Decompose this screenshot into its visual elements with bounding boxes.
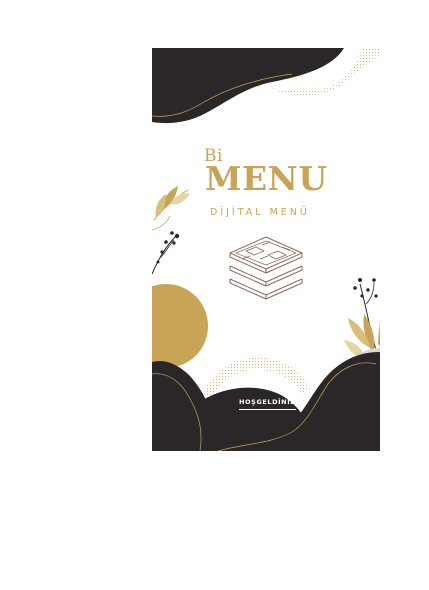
left-leaf-branch-icon [152, 186, 190, 275]
brand-title: MENU [205, 159, 328, 198]
menu-stack-icon [229, 236, 303, 300]
right-leaf-branch-icon [344, 278, 380, 360]
left-gold-circle [152, 284, 208, 368]
welcome-card: Bi MENU DİJİTAL MENÜ HOŞGELDİNİZ [152, 48, 380, 451]
brand-subtitle: DİJİTAL MENÜ [210, 207, 310, 218]
welcome-link[interactable]: HOŞGELDİNİZ [239, 398, 296, 410]
top-dark-blob [152, 48, 344, 124]
